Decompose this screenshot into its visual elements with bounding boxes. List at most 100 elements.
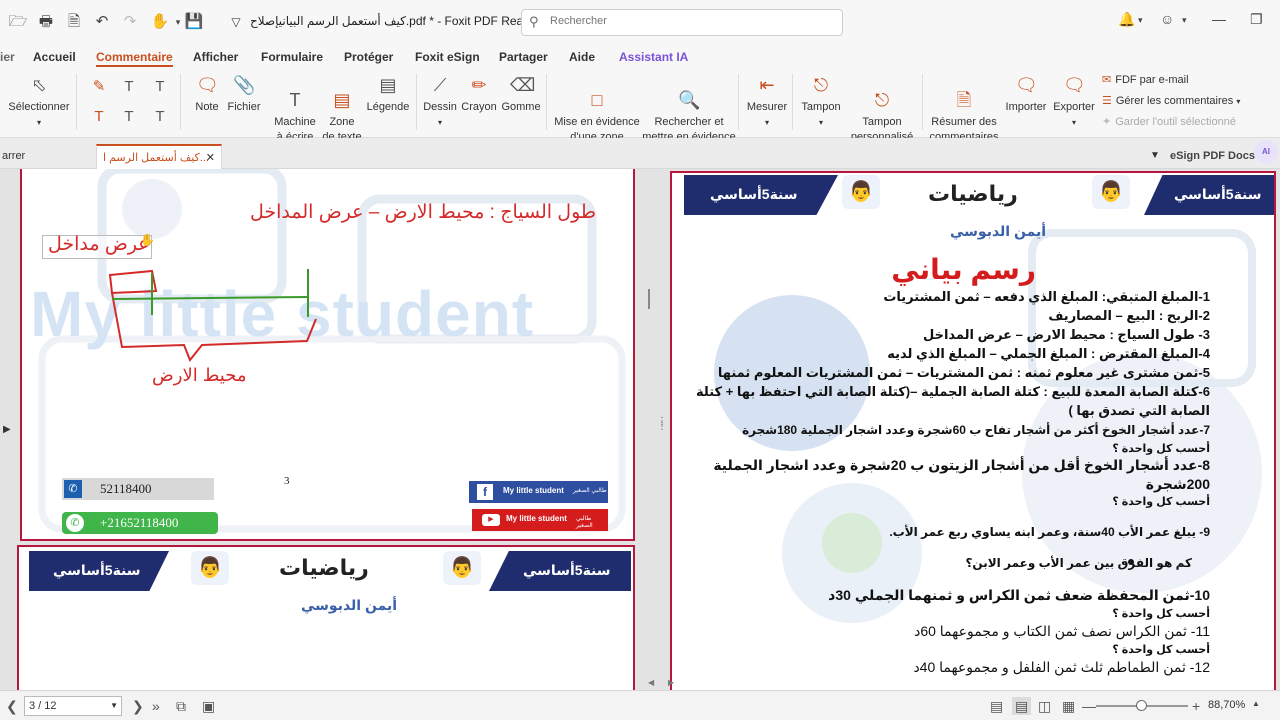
typewriter-button[interactable]: T Machine à écrire bbox=[270, 74, 320, 145]
menu-item-assistant-ia[interactable]: Assistant IA bbox=[619, 50, 688, 64]
file-attachment-icon: 📎 bbox=[233, 75, 256, 95]
menu-item-proteger[interactable]: Protéger bbox=[344, 50, 393, 64]
zoom-slider-thumb[interactable] bbox=[1136, 700, 1147, 711]
document-workspace: ▶ My little student طول السياج : محيط ال… bbox=[0, 169, 1280, 690]
custom-stamp-icon: ⎋ bbox=[874, 90, 890, 110]
zoom-in-icon[interactable]: + bbox=[1192, 697, 1200, 715]
menu-item-afficher[interactable]: Afficher bbox=[193, 50, 238, 64]
phone-box: ✆ 52118400 bbox=[62, 478, 214, 500]
perimeter-drawing bbox=[108, 269, 317, 362]
text-insert-icon[interactable]: T bbox=[120, 78, 138, 96]
note-button[interactable]: 🗨 Note bbox=[190, 74, 224, 115]
custom-stamp-button[interactable]: ⎋ Tampon personnalisé bbox=[844, 74, 920, 145]
ribbon-separator bbox=[792, 74, 793, 130]
notification-bell-icon[interactable]: 🔔 bbox=[1118, 11, 1135, 28]
esign-pdf-docs-link[interactable]: eSign PDF Docs bbox=[1170, 144, 1255, 169]
pin-icon: ✦ bbox=[1102, 116, 1112, 128]
menu-item-commentaire[interactable]: Commentaire bbox=[96, 50, 173, 67]
last-page-icon[interactable]: » bbox=[152, 697, 160, 715]
text-replace-icon[interactable]: T bbox=[151, 78, 169, 96]
minimize-icon[interactable]: — bbox=[1212, 11, 1226, 27]
close-tab-icon[interactable]: ✕ bbox=[206, 146, 215, 170]
highlight-pen-icon[interactable]: ✎ bbox=[90, 78, 108, 96]
previous-page-icon[interactable]: ❮ bbox=[6, 697, 18, 715]
handwritten-width-label[interactable]: عرض مداخل bbox=[48, 233, 150, 256]
save-file-icon[interactable]: 🗎 bbox=[64, 12, 84, 32]
callout-icon: ▤ bbox=[379, 75, 397, 95]
pencil-button[interactable]: ✏ Crayon bbox=[460, 74, 498, 115]
exercise-line: أحسب كل واحدة ؟ bbox=[1112, 496, 1210, 508]
menu-item-aide[interactable]: Aide bbox=[569, 50, 595, 64]
save-icon[interactable]: 💾 bbox=[184, 12, 204, 32]
menu-item-foxit-esign[interactable]: Foxit eSign bbox=[415, 50, 480, 64]
keep-tool-selected-button[interactable]: ✦ Garder l'outil sélectionné bbox=[1102, 115, 1236, 128]
pdf-page-right: سنة5أساسي سنة5أساسي 👨 👨 رياضيات أيمن الد… bbox=[670, 171, 1276, 690]
exercise-line: كم هو الفرق بين عمر الأب وعمر الابن؟ bbox=[965, 556, 1192, 570]
notification-chevron-down-icon[interactable]: ▾ bbox=[1138, 15, 1143, 26]
menu-item-formulaire[interactable]: Formulaire bbox=[261, 50, 323, 64]
textbox-button[interactable]: ▤ Zone de texte bbox=[320, 74, 364, 145]
menu-item-partager[interactable]: Partager bbox=[499, 50, 548, 64]
single-page-view-icon[interactable]: ▤ bbox=[990, 697, 1003, 715]
scroll-right-arrow-icon[interactable]: ▶ bbox=[668, 678, 674, 687]
quick-access-chevron-down-icon[interactable]: ▽ bbox=[226, 12, 246, 32]
youtube-box: ▶ My little student طالبي الصغير bbox=[472, 509, 608, 531]
tab-start[interactable]: arrer bbox=[0, 144, 25, 169]
account-icon[interactable]: ☺ bbox=[1160, 11, 1174, 27]
student-logo-icon: 👨 bbox=[1092, 175, 1130, 209]
copy-page-icon[interactable]: ⧉ bbox=[176, 697, 186, 715]
import-button[interactable]: 🗨 Importer bbox=[1002, 74, 1050, 115]
maximize-icon[interactable]: ❐ bbox=[1250, 11, 1263, 28]
export-button[interactable]: 🗨 Exporter ▾ bbox=[1050, 74, 1098, 130]
continuous-view-icon[interactable]: ▤ bbox=[1012, 697, 1032, 715]
search-box[interactable]: ⚲ bbox=[521, 9, 843, 36]
exercise-line: أحسب كل واحدة ؟ bbox=[1112, 443, 1210, 455]
open-folder-icon[interactable]: 🗁 bbox=[8, 12, 28, 32]
zoom-slider[interactable] bbox=[1096, 700, 1188, 711]
ribbon-separator bbox=[76, 74, 77, 130]
area-highlight-button[interactable]: □ Mise en évidence d'une zone bbox=[552, 74, 642, 145]
squiggly-text-icon[interactable]: T bbox=[151, 108, 169, 126]
zoom-out-icon[interactable]: — bbox=[1082, 697, 1096, 715]
facing-view-icon[interactable]: ◫ bbox=[1038, 697, 1051, 715]
scroll-handle[interactable] bbox=[648, 289, 650, 309]
account-chevron-down-icon[interactable]: ▾ bbox=[1182, 15, 1187, 26]
textbox-icon: ▤ bbox=[333, 90, 351, 110]
zoom-chevron-up-icon[interactable]: ▲ bbox=[1252, 699, 1260, 708]
underline-text-icon[interactable]: T bbox=[90, 108, 108, 126]
hand-tool-icon[interactable]: ✋ bbox=[150, 12, 170, 32]
exercise-line: 5-ثمن مشترى غير معلوم ثمنه : ثمن المشتري… bbox=[717, 365, 1210, 380]
next-page-icon[interactable]: ❯ bbox=[132, 697, 144, 715]
menu-item-truncated[interactable]: ier bbox=[0, 50, 15, 64]
menu-item-accueil[interactable]: Accueil bbox=[33, 50, 76, 64]
stamp-button[interactable]: ⎋ Tampon ▾ bbox=[798, 74, 844, 130]
continuous-facing-view-icon[interactable]: ▦ bbox=[1062, 697, 1075, 715]
esign-chevron-down-icon[interactable]: ▼ bbox=[1150, 144, 1160, 169]
drawing-button[interactable]: ⟋ Dessin ▾ bbox=[422, 74, 458, 130]
page-number-input[interactable]: 3 / 12 ▼ bbox=[24, 696, 122, 716]
eraser-button[interactable]: ⌫ Gomme bbox=[500, 74, 542, 115]
measure-button[interactable]: ⇤ Mesurer ▾ bbox=[744, 74, 790, 130]
summarize-comments-button[interactable]: 🗎 Résumer des commentaires bbox=[926, 74, 1002, 145]
fit-page-icon[interactable]: ▣ bbox=[202, 697, 215, 715]
fdf-email-button[interactable]: ✉ FDF par e-mail bbox=[1102, 73, 1189, 86]
strikeout-text-icon[interactable]: T bbox=[120, 108, 138, 126]
print-icon[interactable]: 🖶 bbox=[36, 12, 56, 32]
tab-active-document[interactable]: كيف أستعمل الرسم ا... ✕ bbox=[96, 144, 222, 169]
splitter-grip-icon[interactable]: ⋮ ⋮ bbox=[657, 417, 667, 432]
ai-assistant-icon[interactable]: AI bbox=[1254, 140, 1278, 164]
undo-icon[interactable]: ↶ bbox=[92, 12, 112, 32]
search-input[interactable] bbox=[550, 15, 830, 27]
eraser-icon: ⌫ bbox=[510, 75, 536, 95]
search-highlight-button[interactable]: 🔍 Rechercher et mettre en évidence bbox=[642, 74, 736, 145]
exercise-line: 6-كتلة الصابة المعدة للبيع : كتلة الصابة… bbox=[696, 384, 1210, 399]
legend-button[interactable]: ▤ Légende bbox=[366, 74, 410, 115]
student-logo-icon: 👨 bbox=[191, 551, 229, 585]
select-tool-button[interactable]: ⬁ Sélectionner ▾ bbox=[6, 74, 72, 130]
file-attach-button[interactable]: 📎 Fichier bbox=[226, 74, 262, 115]
facebook-icon: f bbox=[477, 484, 493, 500]
manage-comments-button[interactable]: ☰ Gérer les commentaires ▾ bbox=[1102, 94, 1240, 107]
document-title: رسم بياني bbox=[891, 254, 1036, 285]
expand-panel-arrow-icon[interactable]: ▶ bbox=[3, 424, 11, 435]
scroll-left-arrow-icon[interactable]: ◀ bbox=[648, 678, 654, 687]
